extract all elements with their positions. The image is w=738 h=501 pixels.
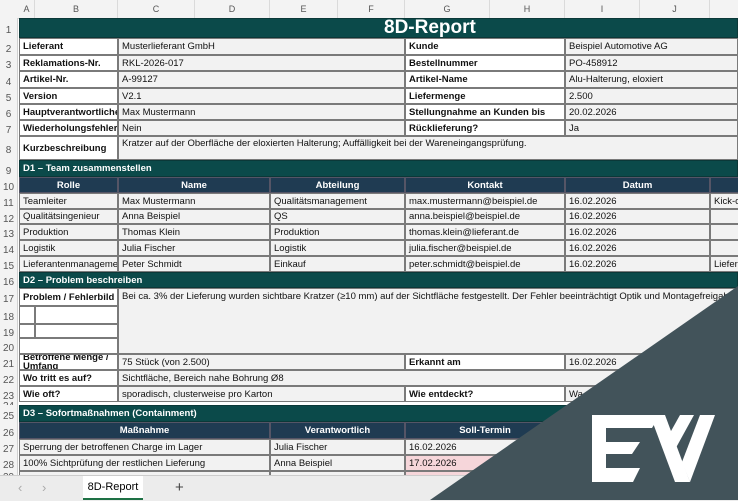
watermark-logo [430, 286, 738, 500]
